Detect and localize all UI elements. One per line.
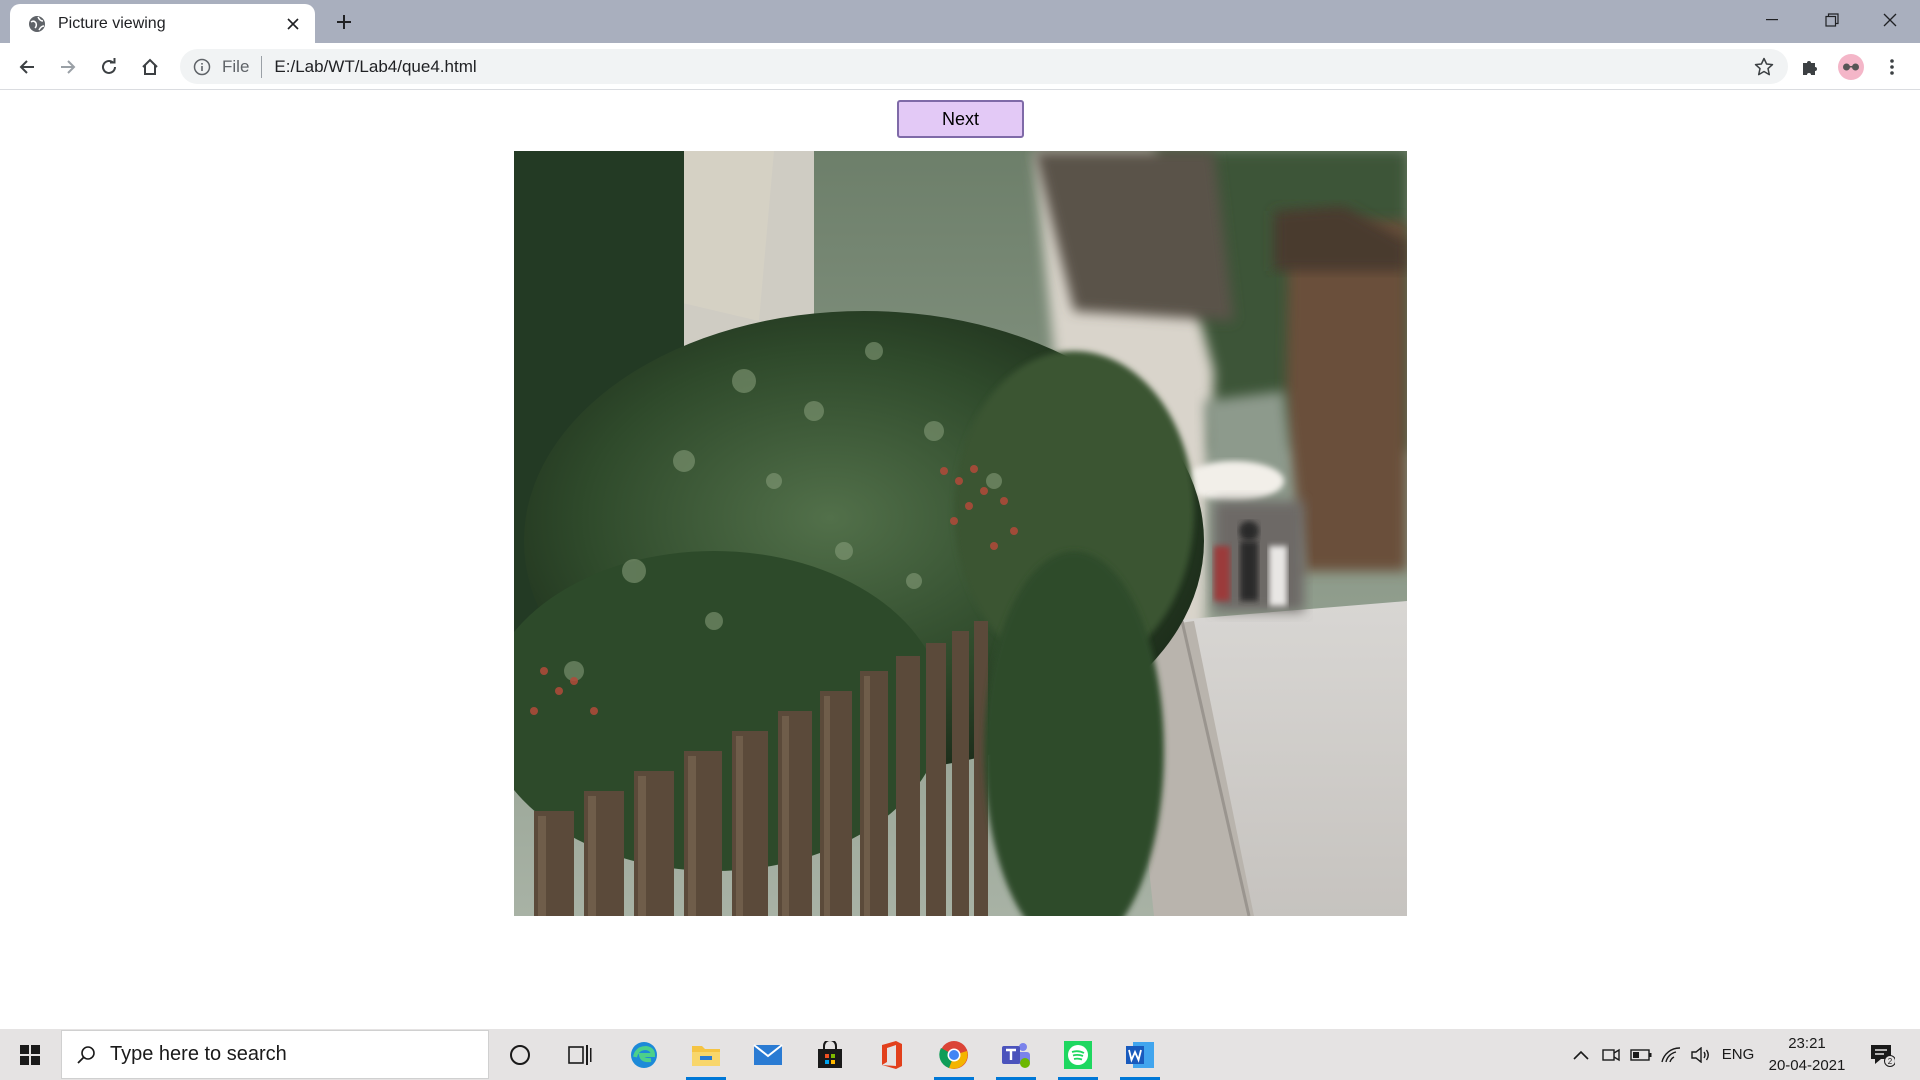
reload-icon[interactable] (93, 51, 125, 83)
spotify-icon[interactable] (1052, 1029, 1104, 1080)
chrome-icon[interactable] (928, 1029, 980, 1080)
url-scheme-label: File (222, 56, 250, 76)
task-view-icon[interactable] (555, 1029, 605, 1080)
profile-avatar-icon[interactable] (1835, 51, 1867, 83)
store-icon[interactable] (804, 1029, 856, 1080)
minimize-icon[interactable] (1742, 0, 1802, 40)
extensions-puzzle-icon[interactable] (1794, 51, 1826, 83)
menu-kebab-icon[interactable] (1876, 51, 1908, 83)
language-label: ENG (1721, 1046, 1755, 1063)
info-icon[interactable] (192, 57, 212, 77)
street-photo[interactable] (514, 151, 1407, 916)
notifications-icon[interactable]: 2 (1862, 1029, 1902, 1080)
teams-icon[interactable] (990, 1029, 1042, 1080)
address-bar[interactable]: File E:/Lab/WT/Lab4/que4.html (180, 49, 1788, 84)
volume-icon[interactable] (1688, 1029, 1714, 1080)
close-window-icon[interactable] (1860, 0, 1920, 40)
meet-now-icon[interactable] (1598, 1029, 1624, 1080)
page-content: Next (0, 90, 1920, 1029)
cortana-icon[interactable] (495, 1029, 545, 1080)
new-tab-icon[interactable] (329, 7, 359, 37)
language-indicator[interactable]: ENG (1718, 1029, 1758, 1080)
browser-toolbar: File E:/Lab/WT/Lab4/que4.html (0, 43, 1920, 90)
next-button[interactable]: Next (897, 100, 1024, 138)
address-divider (261, 55, 263, 78)
search-icon (76, 1045, 96, 1065)
notification-count: 2 (1888, 1057, 1893, 1066)
file-explorer-icon[interactable] (680, 1029, 732, 1080)
mail-icon[interactable] (742, 1029, 794, 1080)
clock-time: 23:21 (1788, 1035, 1826, 1052)
browser-tab[interactable]: Picture viewing (10, 4, 315, 43)
close-tab-icon[interactable] (279, 10, 307, 38)
office-icon[interactable] (866, 1029, 918, 1080)
forward-icon[interactable] (52, 51, 84, 83)
globe-icon (27, 14, 47, 34)
taskbar-search-box[interactable]: Type here to search (61, 1030, 489, 1079)
battery-icon[interactable] (1627, 1029, 1655, 1080)
home-icon[interactable] (134, 51, 166, 83)
clock-date: 20-04-2021 (1768, 1057, 1846, 1074)
windows-taskbar: Type here to search ENG 23:21 20-04-2021… (0, 1029, 1920, 1080)
word-icon[interactable] (1114, 1029, 1166, 1080)
edge-icon[interactable] (618, 1029, 670, 1080)
url-text[interactable]: E:/Lab/WT/Lab4/que4.html (274, 57, 1748, 77)
bookmark-star-icon[interactable] (1748, 51, 1780, 83)
tab-title: Picture viewing (58, 14, 166, 32)
browser-tab-strip: Picture viewing (0, 0, 1920, 43)
restore-icon[interactable] (1802, 0, 1862, 40)
screen: Picture viewing File E:/Lab/WT/Lab4/que4… (0, 0, 1920, 1080)
wifi-icon[interactable] (1658, 1029, 1684, 1080)
search-placeholder: Type here to search (110, 1043, 287, 1065)
taskbar-clock[interactable]: 23:21 20-04-2021 (1762, 1033, 1852, 1077)
windows-start-icon[interactable] (0, 1029, 60, 1080)
chevron-up-icon[interactable] (1568, 1029, 1594, 1080)
back-icon[interactable] (11, 51, 43, 83)
